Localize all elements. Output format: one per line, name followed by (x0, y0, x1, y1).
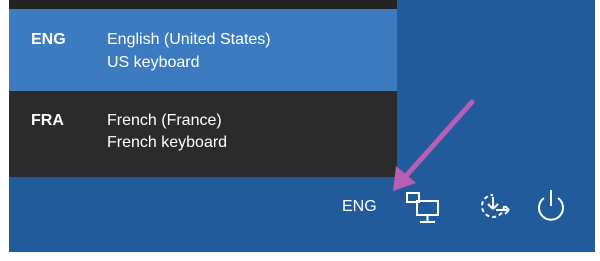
language-name: English (United States) (107, 31, 271, 48)
language-code: FRA (31, 112, 64, 129)
language-code: ENG (31, 31, 66, 48)
keyboard-layout-name: US keyboard (107, 54, 200, 71)
input-language-indicator[interactable]: ENG (342, 198, 377, 216)
ease-of-access-icon[interactable] (479, 186, 513, 226)
power-icon[interactable] (533, 186, 569, 226)
network-icon[interactable] (405, 190, 441, 230)
language-item-french[interactable]: FRA French (France) French keyboard (9, 91, 397, 177)
login-screen: ENG English (United States) US keyboard … (9, 0, 595, 252)
language-name: French (France) (107, 112, 222, 129)
language-item-english[interactable]: ENG English (United States) US keyboard (9, 9, 397, 91)
flyout-top-edge (9, 0, 397, 9)
language-flyout: ENG English (United States) US keyboard … (9, 0, 397, 177)
keyboard-layout-name: French keyboard (107, 134, 228, 151)
